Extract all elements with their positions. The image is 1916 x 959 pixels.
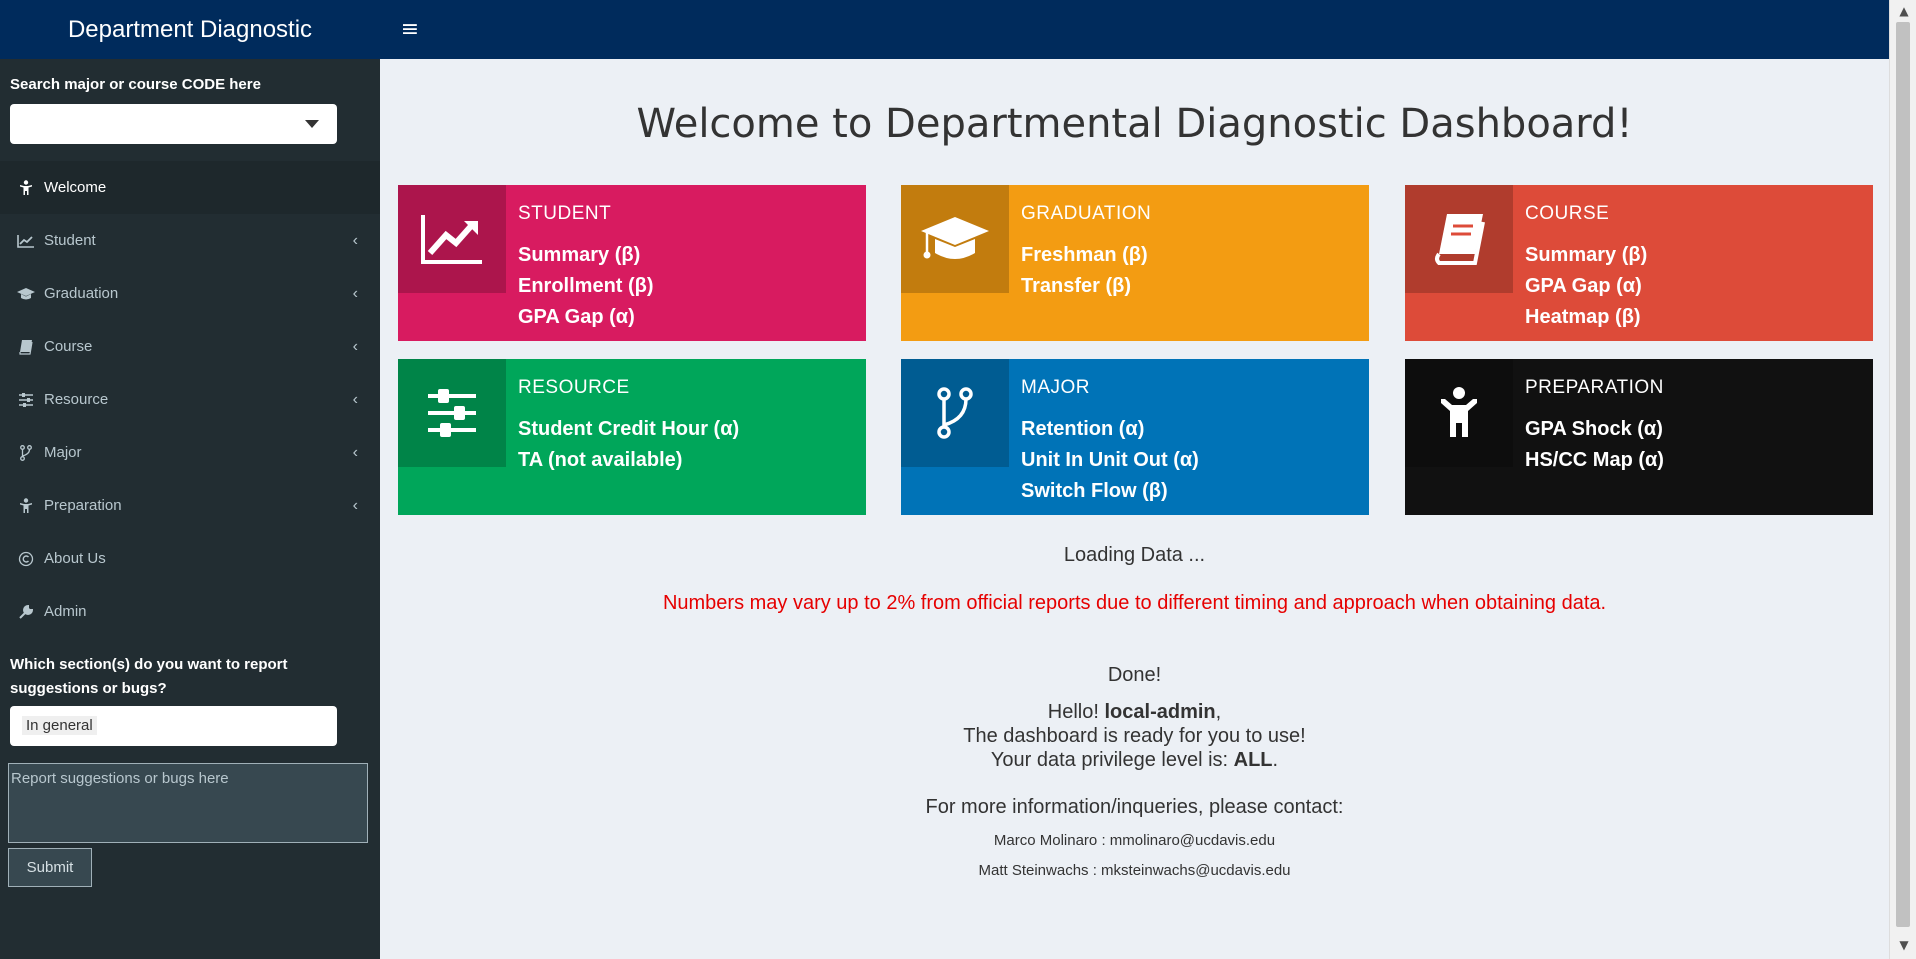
link-course-gpa-gap[interactable]: GPA Gap (α) [1525,271,1647,302]
link-student-summary[interactable]: Summary (β) [518,240,654,271]
link-resource-student-credit-hour[interactable]: Student Credit Hour (α) [518,414,739,445]
sidebar-item-label: About Us [44,550,106,567]
chevron-left-icon: ‹ [352,444,358,461]
card-title: GRADUATION [1021,203,1152,224]
sidebar-item-admin[interactable]: Admin [0,585,380,638]
book-icon [1405,185,1513,293]
sidebar-item-label: Student [44,232,96,249]
scroll-down-arrow-icon[interactable]: ▼ [1897,938,1911,952]
major-course-search-select[interactable] [10,104,337,144]
greeting-line: Hello! local-admin, [1047,701,1222,723]
sidebar-item-label: Resource [44,391,109,408]
link-student-gpa-gap[interactable]: GPA Gap (α) [518,302,654,333]
line-chart-icon [398,185,506,293]
done-status: Done! [1107,664,1162,686]
sidebar-item-label: Course [44,338,93,355]
scrollbar-thumb[interactable] [1896,22,1910,927]
chevron-left-icon: ‹ [352,497,358,514]
sidebar-item-major[interactable]: Major ‹ [0,426,380,479]
link-major-unit-in-unit-out[interactable]: Unit In Unit Out (α) [1021,445,1199,476]
chevron-left-icon: ‹ [352,338,358,355]
line-chart-icon [16,231,36,251]
sidebar-item-label: Welcome [44,179,107,196]
sliders-icon [398,359,506,467]
link-major-switch-flow[interactable]: Switch Flow (β) [1021,476,1199,507]
child-icon [16,496,36,516]
card-major: MAJOR Retention (α) Unit In Unit Out (α)… [901,359,1369,515]
sliders-icon [16,390,36,410]
sidebar-item-label: Admin [44,603,87,620]
child-icon [16,178,36,198]
search-label: Search major or course CODE here [10,76,261,93]
hamburger-icon[interactable]: ≡ [396,15,424,43]
link-graduation-freshman[interactable]: Freshman (β) [1021,240,1148,271]
wrench-icon [16,602,36,622]
disclaimer-text: Numbers may vary up to 2% from official … [662,592,1607,614]
card-title: COURSE [1525,203,1610,224]
link-graduation-transfer[interactable]: Transfer (β) [1021,271,1148,302]
card-title: RESOURCE [518,377,630,398]
sidebar-item-resource[interactable]: Resource ‹ [0,373,380,426]
chevron-left-icon: ‹ [352,391,358,408]
sidebar-item-about-us[interactable]: About Us [0,532,380,585]
sidebar-item-course[interactable]: Course ‹ [0,320,380,373]
sidebar-item-label: Preparation [44,497,122,514]
greeting-block: Hello! local-admin, The dashboard is rea… [380,700,1889,772]
scroll-up-arrow-icon[interactable]: ▲ [1897,4,1911,18]
link-major-retention[interactable]: Retention (α) [1021,414,1199,445]
code-fork-icon [16,443,36,463]
card-course: COURSE Summary (β) GPA Gap (α) Heatmap (… [1405,185,1873,341]
code-fork-icon [901,359,1009,467]
card-title: PREPARATION [1525,377,1664,398]
report-section-label: Which section(s) do you want to report s… [10,656,288,697]
ready-line: The dashboard is ready for you to use! [963,725,1306,747]
link-course-summary[interactable]: Summary (β) [1525,240,1647,271]
child-icon [1405,359,1513,467]
card-student: STUDENT Summary (β) Enrollment (β) GPA G… [398,185,866,341]
top-navbar: ≡ [380,0,1889,59]
selected-section-tag[interactable]: In general [22,716,97,735]
contact-molinaro: Marco Molinaro : mmolinaro@ucdavis.edu [993,832,1276,849]
sidebar-menu: Welcome Student ‹ Graduation ‹ Course ‹ [0,161,380,638]
app-logo-title[interactable]: Department Diagnostic [0,0,380,59]
card-preparation: PREPARATION GPA Shock (α) HS/CC Map (α) [1405,359,1873,515]
loading-status: Loading Data ... [1063,544,1206,566]
link-preparation-gpa-shock[interactable]: GPA Shock (α) [1525,414,1664,445]
card-resource: RESOURCE Student Credit Hour (α) TA (not… [398,359,866,515]
sidebar: Search major or course CODE here Welcome… [0,59,380,959]
contact-steinwachs: Matt Steinwachs : mksteinwachs@ucdavis.e… [978,862,1291,879]
link-student-enrollment[interactable]: Enrollment (β) [518,271,654,302]
chevron-left-icon: ‹ [352,285,358,302]
privilege-line: Your data privilege level is: ALL. [990,749,1279,771]
page-title: Welcome to Departmental Diagnostic Dashb… [636,101,1633,147]
sidebar-item-graduation[interactable]: Graduation ‹ [0,267,380,320]
graduation-cap-icon [16,284,36,304]
report-textarea[interactable]: Report suggestions or bugs here [8,763,368,843]
vertical-scrollbar[interactable]: ▲ ▼ [1889,0,1916,959]
link-resource-ta[interactable]: TA (not available) [518,445,739,476]
sidebar-item-preparation[interactable]: Preparation ‹ [0,479,380,532]
main-content: Welcome to Departmental Diagnostic Dashb… [380,59,1889,959]
sidebar-item-label: Major [44,444,82,461]
link-course-heatmap[interactable]: Heatmap (β) [1525,302,1647,333]
submit-button[interactable]: Submit [8,848,92,887]
graduation-cap-icon [901,185,1009,293]
card-title: MAJOR [1021,377,1090,398]
privilege-level: ALL [1233,749,1273,771]
sidebar-item-label: Graduation [44,285,119,302]
link-preparation-hs-cc-map[interactable]: HS/CC Map (α) [1525,445,1664,476]
copyright-icon [16,549,36,569]
caret-down-icon[interactable] [305,120,319,128]
sidebar-item-welcome[interactable]: Welcome [0,161,380,214]
card-title: STUDENT [518,203,612,224]
username: local-admin [1104,701,1216,723]
sidebar-item-student[interactable]: Student ‹ [0,214,380,267]
card-graduation: GRADUATION Freshman (β) Transfer (β) [901,185,1369,341]
chevron-left-icon: ‹ [352,232,358,249]
book-icon [16,337,36,357]
report-section-select[interactable]: In general [10,706,337,746]
more-info-text: For more information/inqueries, please c… [925,796,1344,818]
